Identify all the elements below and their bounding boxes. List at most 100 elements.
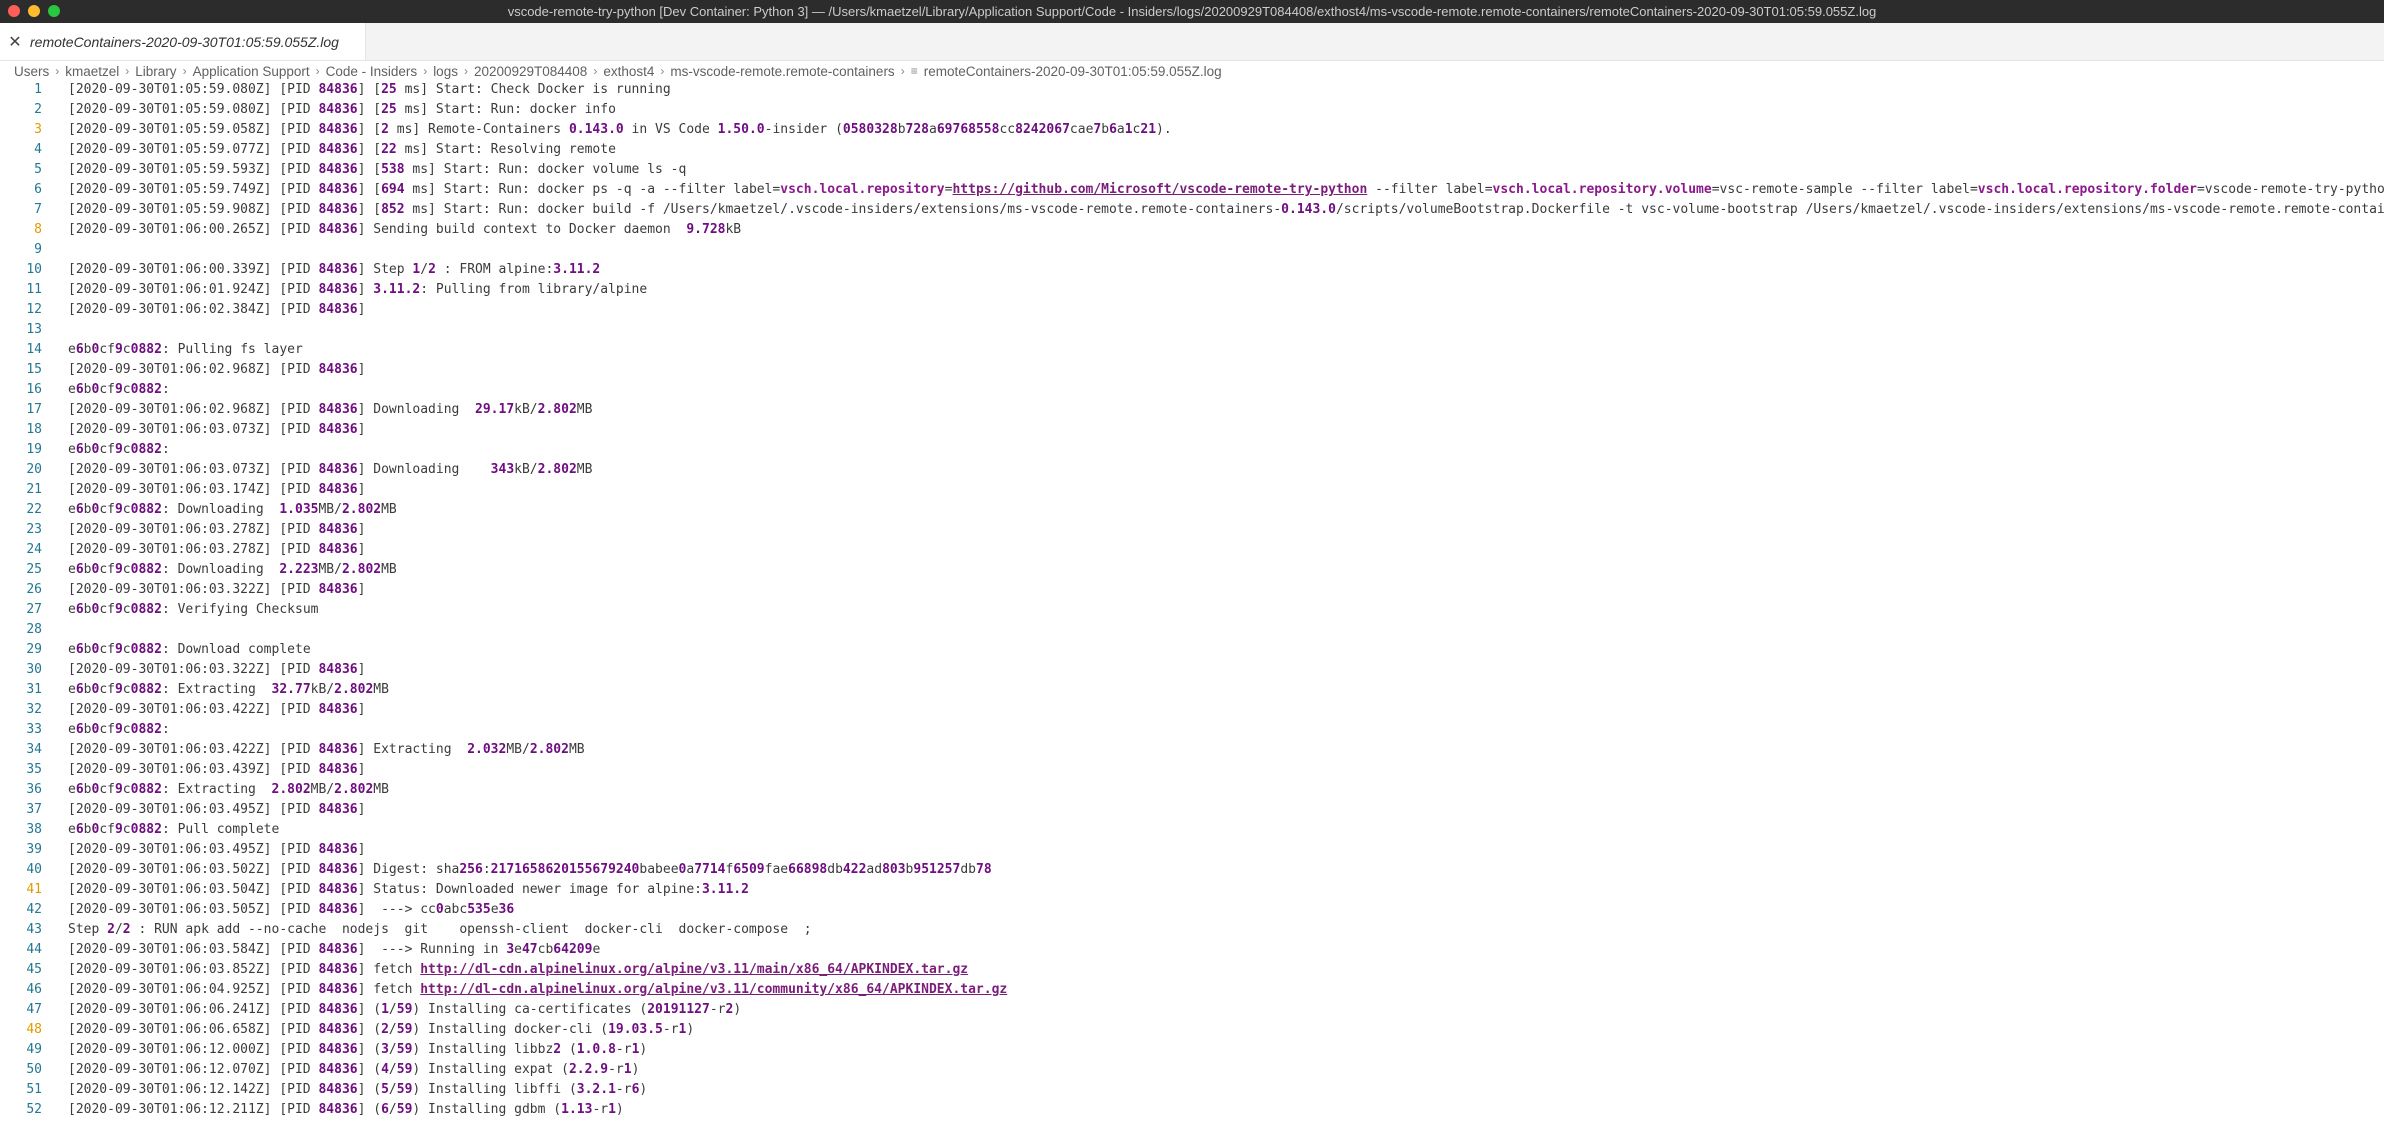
line-text: [2020-09-30T01:05:59.058Z] [PID 84836] [… (68, 122, 1172, 137)
code-line[interactable]: 2 [2020-09-30T01:05:59.080Z] [PID 84836] … (0, 100, 2384, 120)
code-line[interactable]: 19 e6b0cf9c0882: (0, 440, 2384, 460)
code-line[interactable]: 50 [2020-09-30T01:06:12.070Z] [PID 84836]… (0, 1060, 2384, 1080)
breadcrumb-item[interactable]: logs (433, 64, 458, 79)
code-line[interactable]: 47 [2020-09-30T01:06:06.241Z] [PID 84836]… (0, 1000, 2384, 1020)
line-text: [2020-09-30T01:06:03.439Z] [PID 84836] (68, 762, 366, 777)
line-text: [2020-09-30T01:06:00.265Z] [PID 84836] S… (68, 222, 742, 237)
breadcrumb-item[interactable]: remoteContainers-2020-09-30T01:05:59.055… (924, 64, 1222, 79)
breadcrumb-item[interactable]: Library (135, 64, 176, 79)
code-line[interactable]: 17 [2020-09-30T01:06:02.968Z] [PID 84836]… (0, 400, 2384, 420)
code-line[interactable]: 20 [2020-09-30T01:06:03.073Z] [PID 84836]… (0, 460, 2384, 480)
line-text: e6b0cf9c0882: Pulling fs layer (68, 342, 303, 357)
code-line[interactable]: 32 [2020-09-30T01:06:03.422Z] [PID 84836] (0, 700, 2384, 720)
code-line[interactable]: 23 [2020-09-30T01:06:03.278Z] [PID 84836] (0, 520, 2384, 540)
line-text: e6b0cf9c0882: Pull complete (68, 822, 280, 837)
code-line[interactable]: 35 [2020-09-30T01:06:03.439Z] [PID 84836] (0, 760, 2384, 780)
line-number: 43 (26, 922, 42, 937)
code-line[interactable]: 10 [2020-09-30T01:06:00.339Z] [PID 84836]… (0, 260, 2384, 280)
code-line[interactable]: 14 e6b0cf9c0882: Pulling fs layer (0, 340, 2384, 360)
code-line[interactable]: 49 [2020-09-30T01:06:12.000Z] [PID 84836]… (0, 1040, 2384, 1060)
line-text: [2020-09-30T01:06:12.211Z] [PID 84836] (… (68, 1102, 624, 1117)
breadcrumb-item[interactable]: ms-vscode-remote.remote-containers (670, 64, 894, 79)
code-line[interactable]: 3 [2020-09-30T01:05:59.058Z] [PID 84836] … (0, 120, 2384, 140)
line-text: [2020-09-30T01:06:03.073Z] [PID 84836] D… (68, 462, 593, 477)
close-icon[interactable]: ✕ (0, 32, 30, 52)
code-line[interactable]: 43 Step 2/2 : RUN apk add --no-cache node… (0, 920, 2384, 940)
chevron-right-icon: › (900, 64, 905, 78)
code-line[interactable]: 51 [2020-09-30T01:06:12.142Z] [PID 84836]… (0, 1080, 2384, 1100)
line-text: [2020-09-30T01:06:02.384Z] [PID 84836] (68, 302, 366, 317)
code-line[interactable]: 45 [2020-09-30T01:06:03.852Z] [PID 84836]… (0, 960, 2384, 980)
line-number: 32 (26, 702, 42, 717)
editor-tab[interactable]: ✕ remoteContainers-2020-09-30T01:05:59.0… (0, 23, 366, 60)
line-text: e6b0cf9c0882: (68, 382, 170, 397)
line-number: 13 (26, 322, 42, 337)
code-line[interactable]: 4 [2020-09-30T01:05:59.077Z] [PID 84836] … (0, 140, 2384, 160)
editor-tab-bar: ✕ remoteContainers-2020-09-30T01:05:59.0… (0, 23, 2384, 61)
code-line[interactable]: 38 e6b0cf9c0882: Pull complete (0, 820, 2384, 840)
code-line[interactable]: 5 [2020-09-30T01:05:59.593Z] [PID 84836] … (0, 160, 2384, 180)
line-text: [2020-09-30T01:06:03.505Z] [PID 84836] -… (68, 902, 515, 917)
code-line[interactable]: 7 [2020-09-30T01:05:59.908Z] [PID 84836] … (0, 200, 2384, 220)
code-line[interactable]: 34 [2020-09-30T01:06:03.422Z] [PID 84836]… (0, 740, 2384, 760)
code-line[interactable]: 1 [2020-09-30T01:05:59.080Z] [PID 84836] … (0, 80, 2384, 100)
code-line[interactable]: 24 [2020-09-30T01:06:03.278Z] [PID 84836] (0, 540, 2384, 560)
code-line[interactable]: 11 [2020-09-30T01:06:01.924Z] [PID 84836]… (0, 280, 2384, 300)
code-line[interactable]: 52 [2020-09-30T01:06:12.211Z] [PID 84836]… (0, 1100, 2384, 1120)
line-number: 37 (26, 802, 42, 817)
line-number: 5 (34, 162, 42, 177)
code-line[interactable]: 18 [2020-09-30T01:06:03.073Z] [PID 84836] (0, 420, 2384, 440)
line-number: 31 (26, 682, 42, 697)
code-line[interactable]: 33 e6b0cf9c0882: (0, 720, 2384, 740)
code-line[interactable]: 26 [2020-09-30T01:06:03.322Z] [PID 84836] (0, 580, 2384, 600)
code-line[interactable]: 31 e6b0cf9c0882: Extracting 32.77kB/2.802… (0, 680, 2384, 700)
code-line[interactable]: 13 (0, 320, 2384, 340)
line-text: [2020-09-30T01:06:03.174Z] [PID 84836] (68, 482, 366, 497)
breadcrumb-item[interactable]: 20200929T084408 (474, 64, 587, 79)
code-line[interactable]: 41 [2020-09-30T01:06:03.504Z] [PID 84836]… (0, 880, 2384, 900)
breadcrumb-item[interactable]: Application Support (193, 64, 310, 79)
tab-label: remoteContainers-2020-09-30T01:05:59.055… (30, 33, 339, 50)
window-controls[interactable] (8, 5, 60, 17)
minimize-window-button[interactable] (28, 5, 40, 17)
code-line[interactable]: 9 (0, 240, 2384, 260)
breadcrumb-item[interactable]: exthost4 (603, 64, 654, 79)
line-number: 35 (26, 762, 42, 777)
code-line[interactable]: 30 [2020-09-30T01:06:03.322Z] [PID 84836] (0, 660, 2384, 680)
line-text: [2020-09-30T01:06:03.422Z] [PID 84836] (68, 702, 366, 717)
code-line[interactable]: 48 [2020-09-30T01:06:06.658Z] [PID 84836]… (0, 1020, 2384, 1040)
code-line[interactable]: 37 [2020-09-30T01:06:03.495Z] [PID 84836] (0, 800, 2384, 820)
code-line[interactable]: 40 [2020-09-30T01:06:03.502Z] [PID 84836]… (0, 860, 2384, 880)
code-line[interactable]: 21 [2020-09-30T01:06:03.174Z] [PID 84836] (0, 480, 2384, 500)
code-line[interactable]: 29 e6b0cf9c0882: Download complete (0, 640, 2384, 660)
line-number: 27 (26, 602, 42, 617)
line-number: 29 (26, 642, 42, 657)
code-line[interactable]: 39 [2020-09-30T01:06:03.495Z] [PID 84836] (0, 840, 2384, 860)
code-line[interactable]: 27 e6b0cf9c0882: Verifying Checksum (0, 600, 2384, 620)
breadcrumb-item[interactable]: Code - Insiders (326, 64, 418, 79)
code-line[interactable]: 46 [2020-09-30T01:06:04.925Z] [PID 84836]… (0, 980, 2384, 1000)
breadcrumb-item[interactable]: kmaetzel (65, 64, 119, 79)
code-line[interactable]: 42 [2020-09-30T01:06:03.505Z] [PID 84836]… (0, 900, 2384, 920)
line-number: 26 (26, 582, 42, 597)
code-line[interactable]: 6 [2020-09-30T01:05:59.749Z] [PID 84836] … (0, 180, 2384, 200)
line-text: [2020-09-30T01:05:59.080Z] [PID 84836] [… (68, 102, 616, 117)
editor-text-area[interactable]: 1 [2020-09-30T01:05:59.080Z] [PID 84836] … (0, 80, 2384, 1125)
code-line[interactable]: 28 (0, 620, 2384, 640)
line-number: 19 (26, 442, 42, 457)
code-line[interactable]: 25 e6b0cf9c0882: Downloading 2.223MB/2.80… (0, 560, 2384, 580)
line-number: 20 (26, 462, 42, 477)
close-window-button[interactable] (8, 5, 20, 17)
line-number: 8 (34, 222, 42, 237)
code-line[interactable]: 36 e6b0cf9c0882: Extracting 2.802MB/2.802… (0, 780, 2384, 800)
code-line[interactable]: 22 e6b0cf9c0882: Downloading 1.035MB/2.80… (0, 500, 2384, 520)
code-line[interactable]: 8 [2020-09-30T01:06:00.265Z] [PID 84836] … (0, 220, 2384, 240)
code-line[interactable]: 15 [2020-09-30T01:06:02.968Z] [PID 84836] (0, 360, 2384, 380)
line-number: 16 (26, 382, 42, 397)
code-line[interactable]: 16 e6b0cf9c0882: (0, 380, 2384, 400)
code-line[interactable]: 12 [2020-09-30T01:06:02.384Z] [PID 84836] (0, 300, 2384, 320)
code-line[interactable]: 44 [2020-09-30T01:06:03.584Z] [PID 84836]… (0, 940, 2384, 960)
breadcrumb-item[interactable]: Users (14, 64, 49, 79)
line-number: 15 (26, 362, 42, 377)
zoom-window-button[interactable] (48, 5, 60, 17)
